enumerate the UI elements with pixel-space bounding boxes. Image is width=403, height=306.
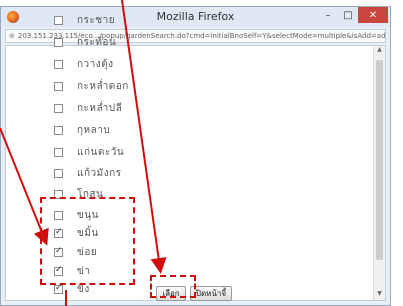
annotation-arrows bbox=[0, 0, 167, 306]
arrow-to-select-button bbox=[121, 0, 167, 274]
arrow-to-checkboxes bbox=[0, 127, 49, 246]
